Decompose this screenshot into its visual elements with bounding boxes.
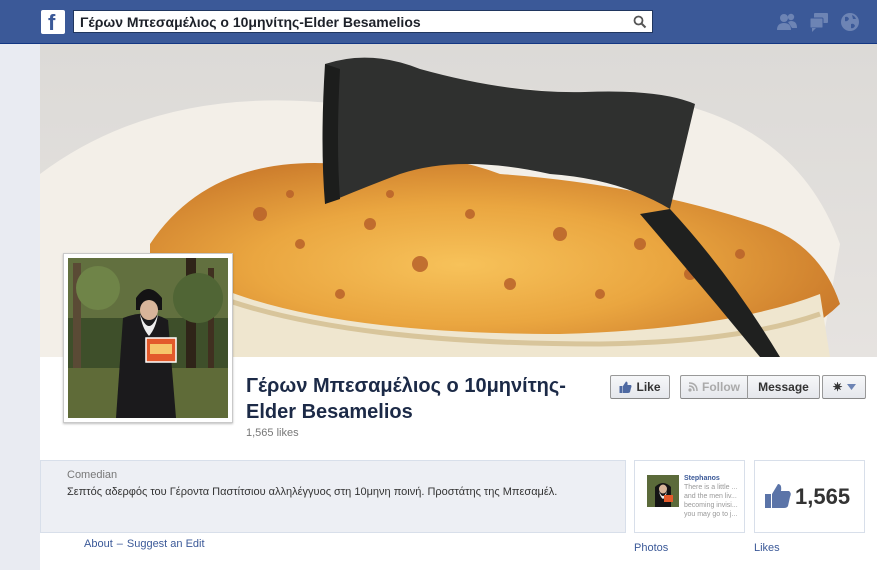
like-button[interactable]: Like — [610, 375, 670, 399]
likes-total: 1,565 — [795, 484, 851, 509]
photos-app-tile[interactable]: Stephanos There is a little ... and the … — [634, 460, 745, 533]
photo-caption-preview: Stephanos There is a little ... and the … — [684, 474, 744, 530]
about-info-box: Comedian Σεπτός αδερφός του Γέροντα Παστ… — [40, 460, 626, 533]
rss-follow-icon — [688, 382, 698, 392]
likes-app-tile[interactable]: 1,565 — [754, 460, 865, 533]
search-input-value: Γέρων Μπεσαμέλιος ο 10μηνίτης-Elder Besa… — [80, 14, 421, 30]
facebook-logo-icon[interactable]: f — [41, 10, 65, 35]
left-gutter — [0, 44, 40, 570]
about-links-row: About – Suggest an Edit — [84, 538, 205, 550]
preview-author: Stephanos — [684, 475, 720, 482]
follow-button-label: Follow — [702, 380, 740, 394]
gear-icon: ✷ — [832, 380, 843, 394]
profile-image-elder — [68, 258, 228, 418]
photo-thumbnail — [647, 475, 679, 507]
chevron-down-icon — [846, 384, 856, 390]
photos-app-label[interactable]: Photos — [634, 542, 668, 554]
message-button-label: Message — [758, 380, 809, 394]
thumbs-up-icon — [765, 484, 791, 508]
thumbs-up-icon — [619, 381, 632, 393]
about-description: Σεπτός αδερφός του Γέροντα Παστίτσιου αλ… — [67, 486, 558, 498]
links-separator: – — [116, 538, 123, 550]
about-link[interactable]: About — [84, 538, 113, 550]
message-button[interactable]: Message — [747, 375, 820, 399]
page-category: Comedian — [67, 469, 118, 481]
profile-picture[interactable] — [63, 253, 233, 423]
page-settings-button[interactable]: ✷ — [822, 375, 866, 399]
preview-text: There is a little ... and the men liv...… — [684, 484, 738, 518]
suggest-edit-link[interactable]: Suggest an Edit — [127, 538, 205, 550]
page-title: Γέρων Μπεσαμέλιος ο 10μηνίτης-Elder Besa… — [246, 375, 566, 423]
like-button-label: Like — [636, 380, 661, 394]
notifications-globe-icon[interactable] — [839, 11, 861, 33]
search-input[interactable]: Γέρων Μπεσαμέλιος ο 10μηνίτης-Elder Besa… — [73, 10, 653, 33]
likes-app-label[interactable]: Likes — [754, 542, 780, 554]
follow-button[interactable]: Follow — [680, 375, 747, 399]
friend-requests-icon[interactable] — [776, 11, 798, 33]
search-icon[interactable] — [633, 15, 647, 29]
page-likes-count: 1,565 likes — [246, 427, 299, 439]
top-navigation-bar: f Γέρων Μπεσαμέλιος ο 10μηνίτης-Elder Be… — [0, 0, 877, 44]
messages-icon[interactable] — [808, 11, 830, 33]
